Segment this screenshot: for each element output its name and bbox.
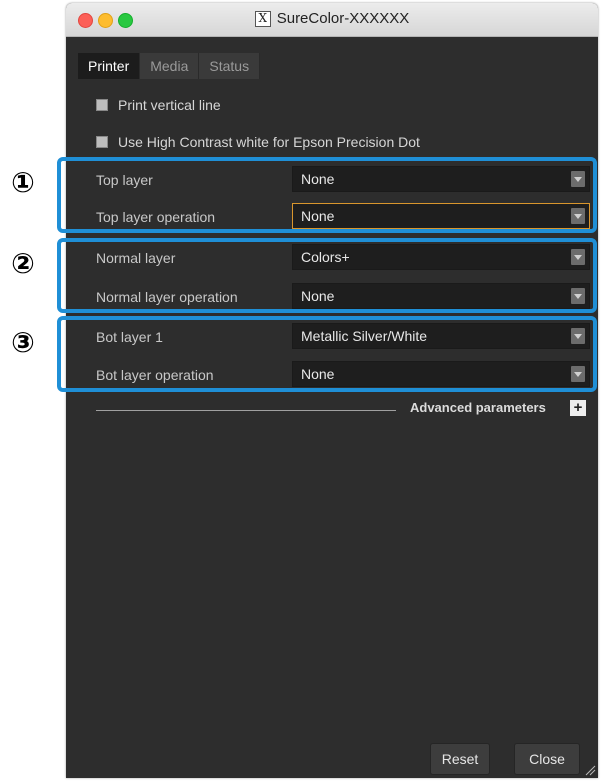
top-layer-select[interactable]: None bbox=[292, 166, 590, 192]
high-contrast-white-option[interactable]: Use High Contrast white for Epson Precis… bbox=[96, 134, 420, 150]
main-panel: Printer Media Status Print vertical line… bbox=[66, 37, 598, 778]
resize-grip-icon[interactable] bbox=[582, 762, 596, 776]
print-vertical-line-option[interactable]: Print vertical line bbox=[96, 97, 221, 113]
dropdown-arrow-icon[interactable] bbox=[571, 366, 585, 382]
callout-2: ② bbox=[11, 247, 35, 280]
advanced-parameters-label: Advanced parameters bbox=[410, 400, 546, 415]
bot-layer-1-label: Bot layer 1 bbox=[96, 329, 163, 345]
high-contrast-white-checkbox[interactable] bbox=[96, 136, 108, 148]
bot-layer-operation-row: Bot layer operation : None bbox=[96, 361, 592, 391]
printer-settings-window: X SureColor-XXXXXX Printer Media Status P… bbox=[66, 3, 598, 778]
title-bar[interactable]: X SureColor-XXXXXX bbox=[66, 3, 598, 37]
divider-line bbox=[96, 410, 396, 411]
top-layer-label: Top layer bbox=[96, 172, 153, 188]
normal-layer-operation-value: None bbox=[301, 288, 335, 304]
bot-layer-1-value: Metallic Silver/White bbox=[301, 328, 428, 344]
tab-printer[interactable]: Printer bbox=[78, 53, 141, 79]
window-title-text: SureColor-XXXXXX bbox=[276, 10, 410, 27]
top-layer-operation-label: Top layer operation bbox=[96, 209, 216, 225]
normal-layer-value: Colors+ bbox=[301, 249, 350, 265]
top-layer-operation-row: Top layer operation : None bbox=[96, 203, 592, 233]
top-layer-value: None bbox=[301, 171, 335, 187]
expand-plus-icon[interactable]: + bbox=[570, 400, 586, 416]
window-title: X SureColor-XXXXXX bbox=[66, 10, 598, 28]
reset-button[interactable]: Reset bbox=[430, 743, 490, 775]
dropdown-arrow-icon[interactable] bbox=[571, 249, 585, 265]
normal-layer-select[interactable]: Colors+ bbox=[292, 244, 590, 270]
normal-layer-operation-label: Normal layer operation bbox=[96, 289, 238, 305]
dropdown-arrow-icon[interactable] bbox=[571, 208, 585, 224]
high-contrast-white-label: Use High Contrast white for Epson Precis… bbox=[118, 134, 420, 150]
tab-status[interactable]: Status bbox=[199, 53, 261, 79]
dropdown-arrow-icon[interactable] bbox=[571, 288, 585, 304]
print-vertical-line-label: Print vertical line bbox=[118, 97, 221, 113]
bot-layer-1-select[interactable]: Metallic Silver/White bbox=[292, 323, 590, 349]
bot-layer-operation-value: None bbox=[301, 366, 335, 382]
normal-layer-operation-row: Normal layer operation : None bbox=[96, 283, 592, 313]
bot-layer-operation-label: Bot layer operation bbox=[96, 367, 214, 383]
tab-media[interactable]: Media bbox=[140, 53, 200, 79]
normal-layer-label: Normal layer bbox=[96, 250, 176, 266]
bot-layer-operation-select[interactable]: None bbox=[292, 361, 590, 387]
normal-layer-operation-select[interactable]: None bbox=[292, 283, 590, 309]
top-layer-operation-select[interactable]: None bbox=[292, 203, 590, 229]
callout-3: ③ bbox=[11, 326, 35, 359]
top-layer-row: Top layer : None bbox=[96, 166, 592, 196]
dropdown-arrow-icon[interactable] bbox=[571, 328, 585, 344]
bot-layer-1-row: Bot layer 1 : Metallic Silver/White bbox=[96, 323, 592, 353]
normal-layer-row: Normal layer : Colors+ bbox=[96, 244, 592, 274]
close-button[interactable]: Close bbox=[514, 743, 580, 775]
dropdown-arrow-icon[interactable] bbox=[571, 171, 585, 187]
print-vertical-line-checkbox[interactable] bbox=[96, 99, 108, 111]
x11-app-icon: X bbox=[254, 11, 271, 28]
top-layer-operation-value: None bbox=[301, 208, 335, 224]
tab-bar: Printer Media Status bbox=[78, 53, 261, 79]
callout-1: ① bbox=[11, 166, 35, 199]
